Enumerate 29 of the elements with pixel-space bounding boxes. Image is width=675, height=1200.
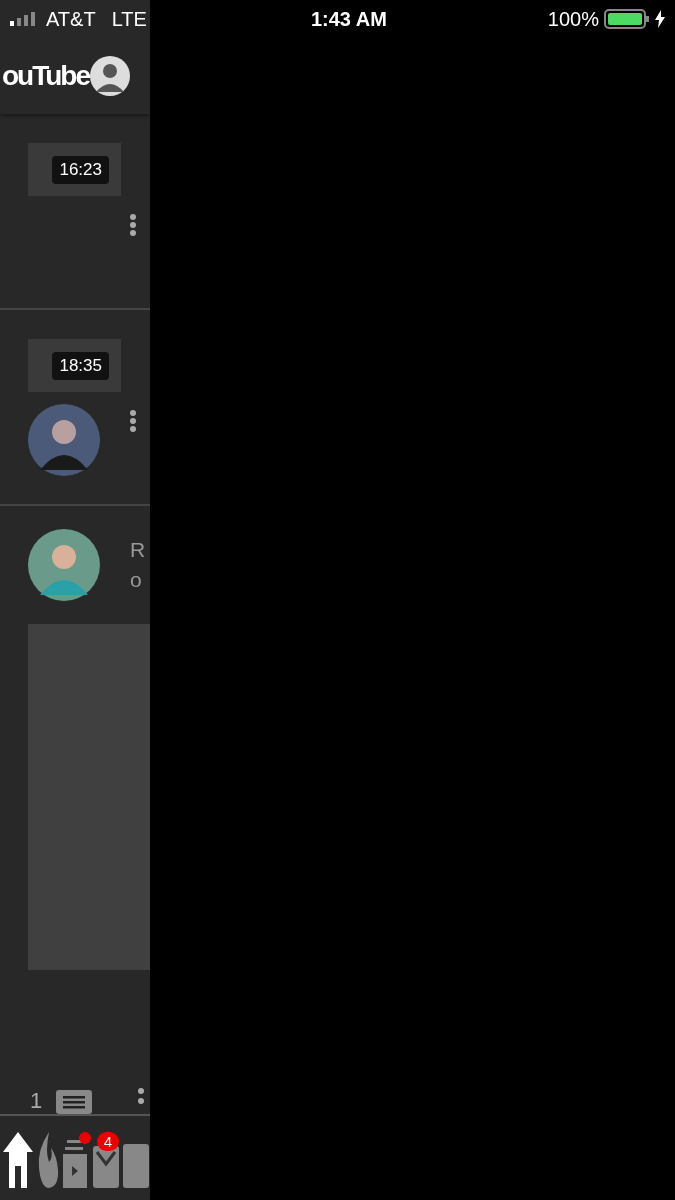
- battery-icon: [604, 9, 650, 29]
- notification-badge: 4: [97, 1132, 119, 1151]
- list-icon[interactable]: [56, 1090, 93, 1114]
- house-icon: [3, 1132, 33, 1188]
- video-thumbnail[interactable]: 16:23: [28, 143, 121, 196]
- avatar[interactable]: [90, 56, 130, 96]
- logo: ouTube: [2, 60, 89, 92]
- video-thumbnail[interactable]: 18:35: [28, 339, 121, 392]
- charging-icon: [655, 10, 665, 28]
- battery-percent: 100%: [547, 7, 599, 31]
- comment-count: 1: [30, 1088, 43, 1114]
- duration-badge: 18:35: [52, 351, 109, 380]
- channel-avatar[interactable]: [28, 529, 100, 601]
- inbox-icon: [93, 1146, 119, 1188]
- nav-tab[interactable]: 4: [93, 1132, 119, 1188]
- post-text: o: [130, 567, 143, 593]
- channel-avatar[interactable]: [28, 404, 100, 476]
- clock: 1:43 AM: [310, 7, 387, 31]
- network-type: LTE: [111, 7, 147, 31]
- more-icon[interactable]: [130, 214, 136, 236]
- library-icon: [123, 1144, 149, 1188]
- carrier: AT&T: [46, 7, 96, 31]
- more-icon[interactable]: [138, 1088, 144, 1104]
- flame-icon: [37, 1132, 59, 1188]
- duration-badge: 16:23: [52, 155, 109, 184]
- subscriptions-icon: [63, 1140, 89, 1188]
- post-text: R: [130, 537, 146, 563]
- more-icon[interactable]: [130, 410, 136, 432]
- nav-tab[interactable]: [3, 1132, 33, 1188]
